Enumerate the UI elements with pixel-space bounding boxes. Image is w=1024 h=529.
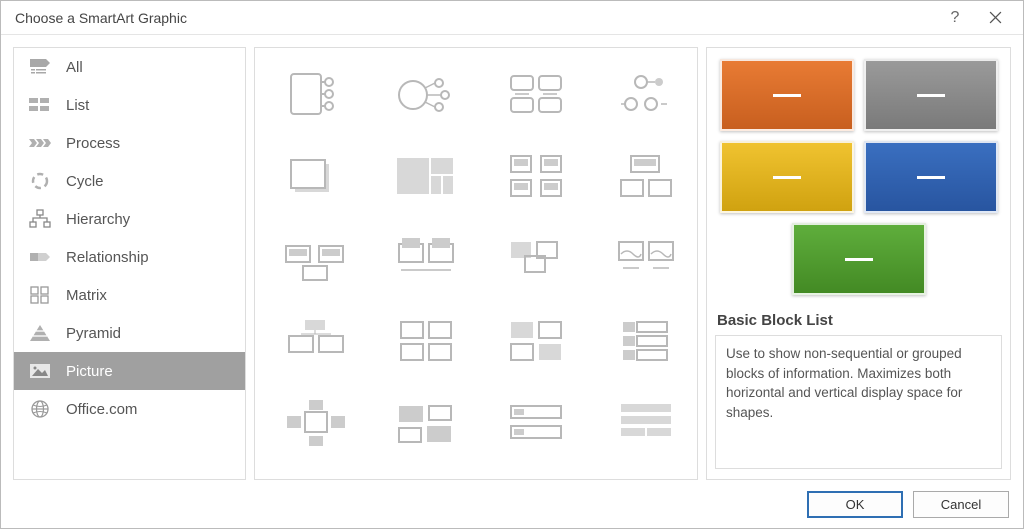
process-icon — [28, 133, 52, 153]
sidebar-item-picture[interactable]: Picture — [14, 352, 245, 390]
sidebar-item-list[interactable]: List — [14, 86, 245, 124]
titlebar: Choose a SmartArt Graphic ? — [1, 1, 1023, 35]
layout-thumb[interactable] — [485, 222, 587, 296]
sidebar-label: Pyramid — [66, 325, 121, 342]
sidebar-label: All — [66, 59, 83, 76]
sidebar-item-pyramid[interactable]: Pyramid — [14, 314, 245, 352]
layout-thumb[interactable] — [595, 222, 697, 296]
close-button[interactable] — [975, 1, 1015, 34]
layout-thumb[interactable] — [265, 58, 367, 132]
preview-block — [792, 223, 926, 295]
list-icon — [28, 95, 52, 115]
sidebar-label: Hierarchy — [66, 211, 130, 228]
close-icon — [989, 11, 1002, 24]
layout-thumb[interactable] — [265, 304, 367, 378]
layout-thumb[interactable] — [375, 58, 477, 132]
layout-thumb[interactable] — [265, 386, 367, 460]
preview-block — [720, 141, 854, 213]
sidebar-label: List — [66, 97, 89, 114]
sidebar-label: Relationship — [66, 249, 149, 266]
layout-thumb[interactable] — [265, 222, 367, 296]
layout-thumb[interactable] — [265, 468, 367, 479]
sidebar-item-hierarchy[interactable]: Hierarchy — [14, 200, 245, 238]
sidebar-label: Process — [66, 135, 120, 152]
sidebar-item-relationship[interactable]: Relationship — [14, 238, 245, 276]
layout-thumb[interactable] — [595, 58, 697, 132]
picture-icon — [28, 361, 52, 381]
layout-thumb[interactable] — [595, 386, 697, 460]
sidebar-item-process[interactable]: Process — [14, 124, 245, 162]
layout-thumb[interactable] — [485, 58, 587, 132]
preview-block — [864, 59, 998, 131]
dialog-footer: OK Cancel — [1, 480, 1023, 528]
sidebar-item-officecom[interactable]: Office.com — [14, 390, 245, 428]
sidebar-label: Cycle — [66, 173, 104, 190]
gallery-grid — [265, 58, 697, 479]
layout-thumb[interactable] — [595, 304, 697, 378]
matrix-icon — [28, 285, 52, 305]
layout-thumb[interactable] — [375, 140, 477, 214]
category-sidebar[interactable]: All List Process Cycle — [13, 47, 246, 480]
layout-thumb[interactable] — [375, 386, 477, 460]
sidebar-item-matrix[interactable]: Matrix — [14, 276, 245, 314]
sidebar-label: Picture — [66, 363, 113, 380]
layout-thumb[interactable] — [595, 140, 697, 214]
preview-canvas — [713, 54, 1004, 294]
help-button[interactable]: ? — [935, 1, 975, 34]
layout-thumb[interactable] — [265, 140, 367, 214]
layout-thumb[interactable] — [485, 468, 587, 479]
relationship-icon — [28, 247, 52, 267]
sidebar-label: Office.com — [66, 401, 137, 418]
layout-thumb[interactable] — [485, 140, 587, 214]
dialog-title: Choose a SmartArt Graphic — [15, 10, 935, 26]
layout-thumb[interactable] — [485, 386, 587, 460]
all-icon — [28, 57, 52, 77]
hierarchy-icon — [28, 209, 52, 229]
layout-thumb[interactable] — [485, 304, 587, 378]
sidebar-label: Matrix — [66, 287, 107, 304]
layout-thumb[interactable] — [375, 222, 477, 296]
gallery-container — [254, 47, 698, 480]
preview-panel: Basic Block List Use to show non-sequent… — [706, 47, 1011, 480]
smartart-dialog: Choose a SmartArt Graphic ? All List — [0, 0, 1024, 529]
cancel-button[interactable]: Cancel — [913, 491, 1009, 518]
preview-block — [720, 59, 854, 131]
dialog-body: All List Process Cycle — [1, 35, 1023, 480]
sidebar-item-all[interactable]: All — [14, 48, 245, 86]
layout-thumb[interactable] — [375, 468, 477, 479]
layout-gallery[interactable] — [255, 48, 697, 479]
ok-button[interactable]: OK — [807, 491, 903, 518]
preview-description: Use to show non-sequential or grouped bl… — [715, 335, 1002, 469]
globe-icon — [28, 399, 52, 419]
layout-thumb[interactable] — [595, 468, 697, 479]
pyramid-icon — [28, 323, 52, 343]
cycle-icon — [28, 171, 52, 191]
preview-block — [864, 141, 998, 213]
sidebar-item-cycle[interactable]: Cycle — [14, 162, 245, 200]
preview-title: Basic Block List — [717, 312, 1000, 329]
layout-thumb[interactable] — [375, 304, 477, 378]
